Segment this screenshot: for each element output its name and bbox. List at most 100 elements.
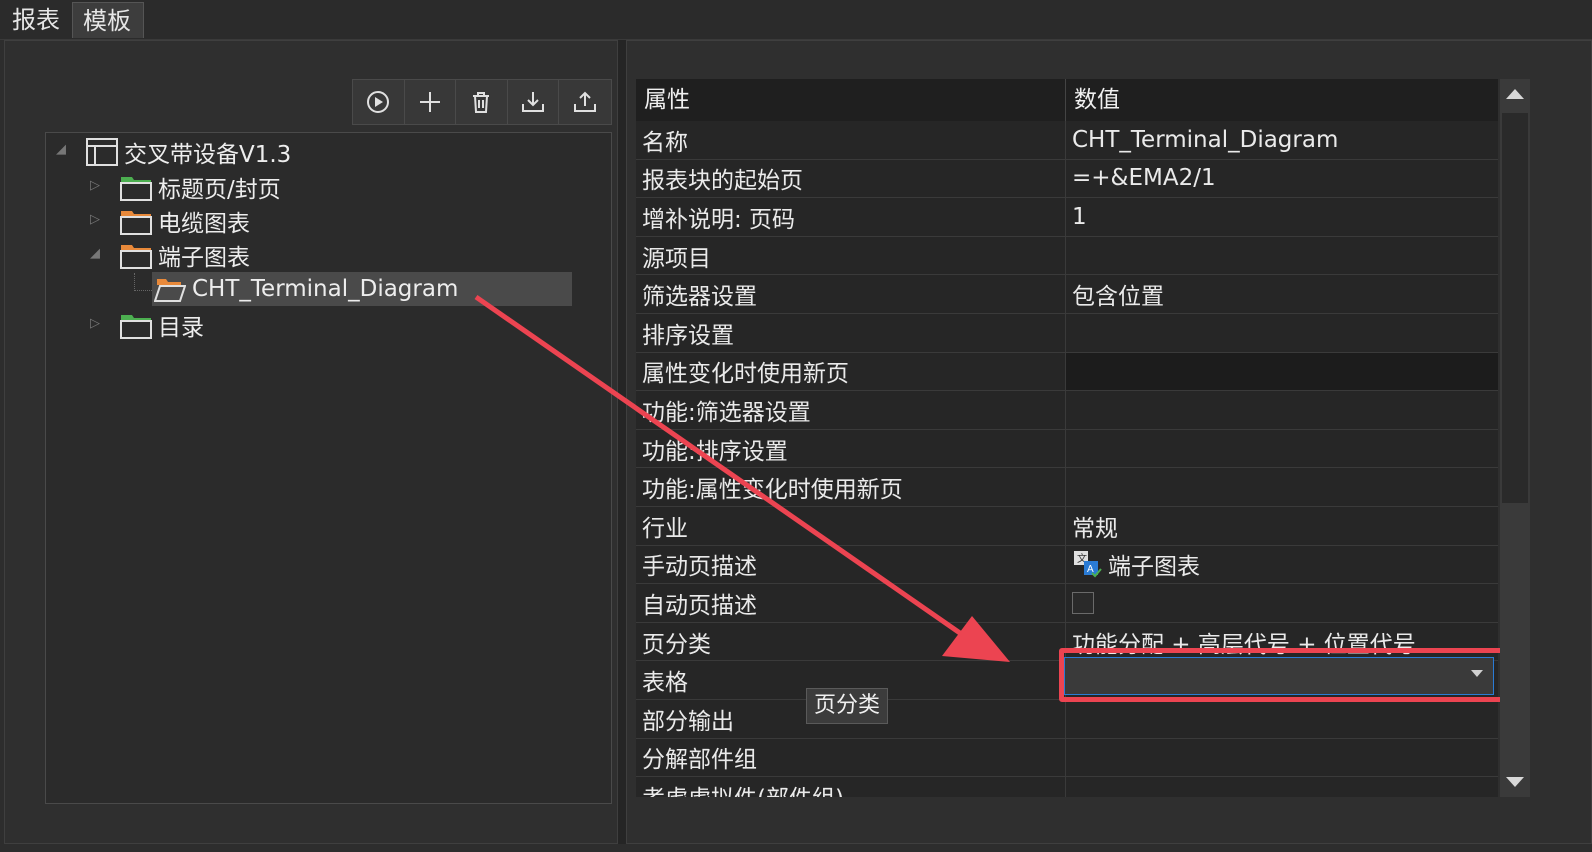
property-name: 考虑虚拟件(部件组) bbox=[636, 777, 1066, 797]
tree-item-label: 端子图表 bbox=[158, 245, 250, 271]
property-name: 筛选器设置 bbox=[636, 275, 1066, 313]
property-name: 增补说明: 页码 bbox=[636, 198, 1066, 236]
folder-open-icon bbox=[153, 275, 187, 303]
property-name: 源项目 bbox=[636, 236, 1066, 275]
property-value-cell[interactable]: 文 A 端子图表 bbox=[1066, 545, 1498, 584]
property-name: 页分类 bbox=[636, 622, 1066, 661]
grid-row-source-project[interactable]: 源项目 bbox=[636, 236, 1498, 276]
grid-scrollbar[interactable] bbox=[1500, 79, 1530, 797]
play-icon bbox=[367, 91, 390, 113]
property-value[interactable]: 包含位置 bbox=[1066, 275, 1498, 313]
tree-item-terminal-diagram[interactable]: 端子图表 bbox=[120, 239, 250, 271]
grid-row-partial-output[interactable]: 部分输出 bbox=[636, 700, 1498, 739]
property-value-cell[interactable] bbox=[1066, 584, 1498, 622]
property-value[interactable] bbox=[1066, 700, 1498, 738]
property-value[interactable]: =+&EMA2/1 bbox=[1066, 159, 1498, 198]
property-name: 行业 bbox=[636, 507, 1066, 545]
folder-orange-icon bbox=[120, 241, 152, 269]
grid-row-manual-page-description[interactable]: 手动页描述 文 A 端子图表 bbox=[636, 545, 1498, 585]
grid-row-function-filter[interactable]: 功能:筛选器设置 bbox=[636, 391, 1498, 430]
export-button[interactable] bbox=[559, 80, 611, 124]
tree-item-label: 电缆图表 bbox=[158, 211, 250, 237]
property-value[interactable]: 常规 bbox=[1066, 507, 1498, 545]
add-button[interactable] bbox=[405, 80, 457, 124]
expand-arrow-icon[interactable]: ▷ bbox=[90, 213, 104, 227]
run-button[interactable] bbox=[353, 80, 405, 124]
tree-item-label: 标题页/封页 bbox=[158, 177, 281, 203]
collapse-arrow-icon[interactable]: ◢ bbox=[56, 143, 70, 157]
folder-orange-icon bbox=[120, 207, 152, 235]
property-value[interactable] bbox=[1066, 352, 1498, 391]
property-value[interactable] bbox=[1066, 236, 1498, 275]
tab-report[interactable]: 报表 bbox=[2, 2, 70, 38]
grid-row-sort[interactable]: 排序设置 bbox=[636, 314, 1498, 353]
property-name: 功能:属性变化时使用新页 bbox=[636, 468, 1066, 506]
translate-icon[interactable]: 文 A bbox=[1072, 549, 1102, 579]
delete-button[interactable] bbox=[456, 80, 508, 124]
property-value[interactable]: CHT_Terminal_Diagram bbox=[1066, 121, 1498, 159]
table-template-icon bbox=[86, 138, 118, 166]
grid-row-decompose-group[interactable]: 分解部件组 bbox=[636, 738, 1498, 778]
plus-icon bbox=[419, 92, 440, 112]
property-value[interactable] bbox=[1066, 738, 1498, 777]
grid-row-start-page[interactable]: 报表块的起始页 =+&EMA2/1 bbox=[636, 159, 1498, 199]
trash-icon bbox=[473, 92, 490, 113]
scroll-up-icon[interactable] bbox=[1506, 89, 1524, 99]
folder-green-icon bbox=[120, 311, 152, 339]
tree-connector bbox=[134, 273, 154, 291]
tree-item-label: 目录 bbox=[158, 315, 204, 341]
auto-description-checkbox[interactable] bbox=[1072, 591, 1094, 614]
grid-row-function-new-page[interactable]: 功能:属性变化时使用新页 bbox=[636, 468, 1498, 507]
property-name: 分解部件组 bbox=[636, 738, 1066, 777]
expand-arrow-icon[interactable]: ▷ bbox=[90, 317, 104, 331]
property-name: 功能:排序设置 bbox=[636, 429, 1066, 468]
property-value[interactable] bbox=[1066, 429, 1498, 468]
tree-item-cht-terminal-diagram[interactable]: CHT_Terminal_Diagram bbox=[153, 273, 459, 305]
property-name: 名称 bbox=[636, 121, 1066, 159]
folder-green-icon bbox=[120, 173, 152, 201]
property-value[interactable] bbox=[1066, 391, 1498, 429]
tab-bar: 报表 模板 bbox=[0, 0, 1592, 40]
export-icon bbox=[574, 91, 597, 112]
header-value[interactable]: 数值 bbox=[1066, 79, 1498, 121]
property-name: 报表块的起始页 bbox=[636, 159, 1066, 198]
property-value[interactable]: 1 bbox=[1066, 198, 1498, 236]
tree-item-cable-diagram[interactable]: 电缆图表 bbox=[120, 205, 250, 237]
annotation-highlight-box bbox=[1059, 648, 1507, 702]
tree-item-title-page[interactable]: 标题页/封页 bbox=[120, 171, 281, 203]
grid-header: 属性 数值 bbox=[636, 79, 1498, 121]
app-window: 报表 模板 ◢ 交叉带设备V1.3 ▷ 标题页/封页 ▷ 电缆图表 ◢ 端子图表… bbox=[0, 0, 1592, 852]
grid-row-page-number[interactable]: 增补说明: 页码 1 bbox=[636, 198, 1498, 237]
property-value[interactable] bbox=[1066, 468, 1498, 506]
tree-root[interactable]: 交叉带设备V1.3 bbox=[86, 136, 291, 168]
property-name: 自动页描述 bbox=[636, 584, 1066, 622]
property-name: 排序设置 bbox=[636, 314, 1066, 352]
property-name: 手动页描述 bbox=[636, 545, 1066, 584]
grid-row-filter[interactable]: 筛选器设置 包含位置 bbox=[636, 275, 1498, 314]
property-name: 功能:筛选器设置 bbox=[636, 391, 1066, 429]
tree-root-label: 交叉带设备V1.3 bbox=[124, 142, 292, 168]
tooltip: 页分类 bbox=[806, 688, 888, 724]
property-value[interactable] bbox=[1066, 777, 1498, 797]
scroll-thumb[interactable] bbox=[1502, 113, 1528, 503]
import-button[interactable] bbox=[508, 80, 560, 124]
tree-item-table-of-contents[interactable]: 目录 bbox=[120, 309, 204, 341]
scroll-down-icon[interactable] bbox=[1506, 777, 1524, 787]
grid-row-name[interactable]: 名称 CHT_Terminal_Diagram bbox=[636, 121, 1498, 160]
grid-row-new-page-on-change[interactable]: 属性变化时使用新页 bbox=[636, 352, 1498, 392]
template-tree[interactable]: ◢ 交叉带设备V1.3 ▷ 标题页/封页 ▷ 电缆图表 ◢ 端子图表 CHT_T… bbox=[45, 132, 612, 804]
collapse-arrow-icon[interactable]: ◢ bbox=[90, 247, 104, 261]
grid-row-auto-page-description[interactable]: 自动页描述 bbox=[636, 584, 1498, 623]
property-value: 端子图表 bbox=[1108, 554, 1200, 581]
property-name: 属性变化时使用新页 bbox=[636, 352, 1066, 391]
grid-row-industry[interactable]: 行业 常规 bbox=[636, 507, 1498, 546]
grid-row-function-sort[interactable]: 功能:排序设置 bbox=[636, 429, 1498, 469]
tab-template[interactable]: 模板 bbox=[72, 2, 144, 38]
panel-splitter[interactable] bbox=[618, 40, 626, 844]
grid-row-virtual-parts[interactable]: 考虑虚拟件(部件组) bbox=[636, 777, 1498, 797]
tree-toolbar bbox=[352, 79, 612, 125]
header-property[interactable]: 属性 bbox=[636, 79, 1066, 121]
property-value[interactable] bbox=[1066, 314, 1498, 352]
tree-item-label: CHT_Terminal_Diagram bbox=[192, 276, 459, 302]
expand-arrow-icon[interactable]: ▷ bbox=[90, 179, 104, 193]
